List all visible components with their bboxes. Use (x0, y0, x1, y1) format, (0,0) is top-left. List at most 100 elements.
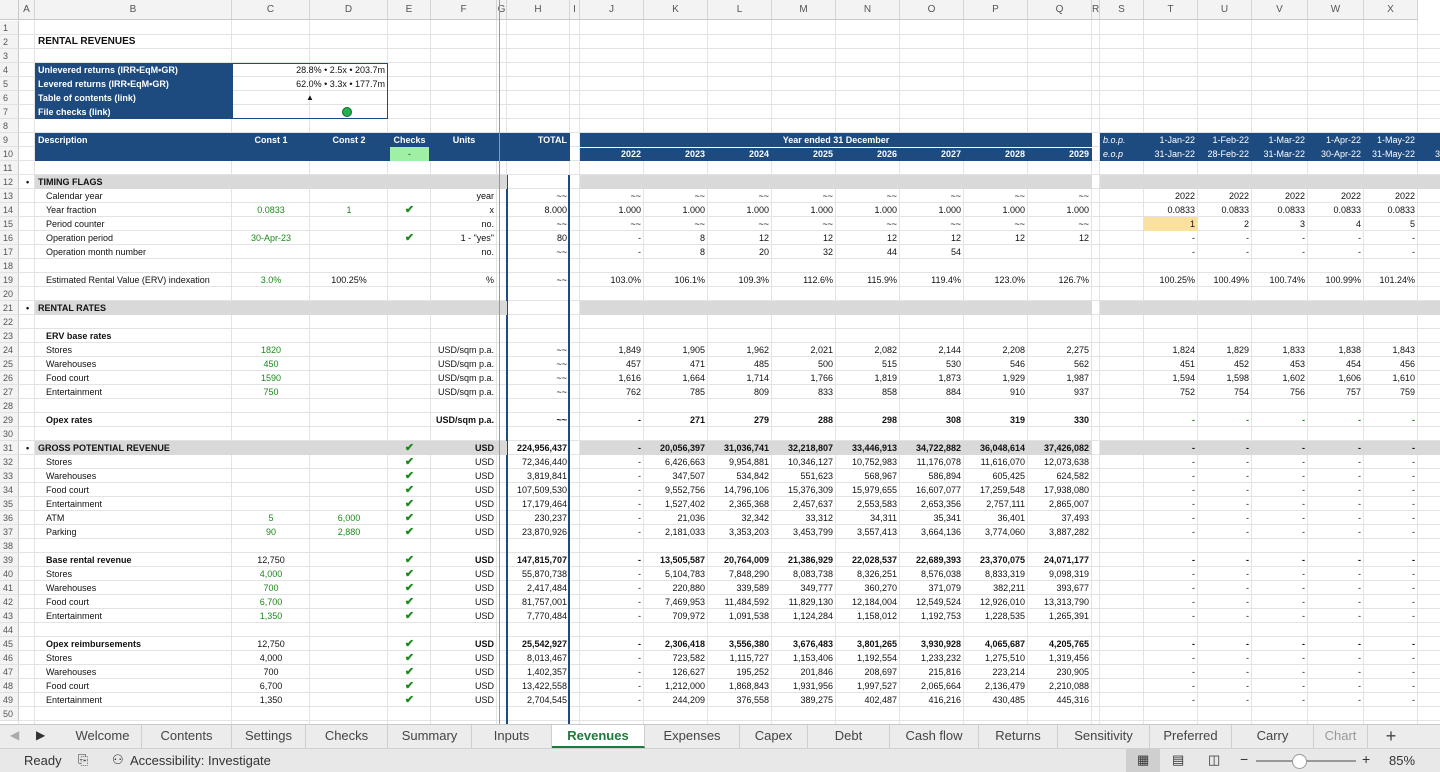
year-value[interactable]: 1,931,956 (772, 679, 836, 693)
year-value[interactable]: 5,104,783 (644, 567, 708, 581)
tab-chart[interactable]: Chart (1314, 725, 1368, 748)
row-header[interactable]: 14 (0, 203, 19, 217)
year-value[interactable]: 195,252 (708, 665, 772, 679)
year-value[interactable]: 1,905 (644, 343, 708, 357)
year-value[interactable]: 20 (708, 245, 772, 259)
year-value[interactable]: ~~ (836, 217, 900, 231)
column-header-U[interactable]: U (1198, 0, 1252, 20)
month-value[interactable]: - (1308, 553, 1364, 567)
year-value[interactable]: 2,275 (1028, 343, 1092, 357)
year-value[interactable]: 16,607,077 (900, 483, 964, 497)
year-value[interactable]: 2,457,637 (772, 497, 836, 511)
check-ok-icon[interactable]: ✔ (388, 609, 431, 623)
year-value[interactable]: 2,065,664 (900, 679, 964, 693)
check-ok-icon[interactable]: ✔ (388, 497, 431, 511)
summary-label[interactable]: File checks (link) (35, 105, 232, 119)
month-value[interactable]: - (1252, 469, 1308, 483)
year-value[interactable]: 605,425 (964, 469, 1028, 483)
units-value[interactable]: USD (431, 553, 497, 567)
year-value[interactable]: 1,929 (964, 371, 1028, 385)
total-value[interactable]: ~~ (507, 357, 570, 371)
month-value[interactable]: - (1252, 679, 1308, 693)
month-value[interactable]: 759 (1364, 385, 1418, 399)
units-value[interactable]: % (431, 273, 497, 287)
year-value[interactable]: ~~ (708, 217, 772, 231)
year-value[interactable]: 330 (1028, 413, 1092, 427)
total-value[interactable]: 8.000 (507, 203, 570, 217)
month-value[interactable]: 754 (1198, 385, 1252, 399)
month-value[interactable]: - (1198, 637, 1252, 651)
year-value[interactable]: - (580, 231, 644, 245)
year-value[interactable]: - (580, 679, 644, 693)
year-value[interactable]: 8,833,319 (964, 567, 1028, 581)
row-header[interactable]: 41 (0, 581, 19, 595)
const1-value[interactable]: 700 (232, 665, 310, 679)
year-value[interactable]: 54 (900, 245, 964, 259)
year-value[interactable]: - (580, 665, 644, 679)
year-value[interactable]: 14,796,106 (708, 483, 772, 497)
month-value[interactable]: - (1252, 567, 1308, 581)
add-sheet-icon[interactable]: + (1378, 725, 1404, 748)
month-value[interactable]: 0.0833 (1144, 203, 1198, 217)
year-value[interactable]: 201,846 (772, 665, 836, 679)
column-header-S[interactable]: S (1100, 0, 1144, 20)
column-header-R[interactable]: R (1092, 0, 1100, 20)
tab-debt[interactable]: Debt (808, 725, 890, 748)
year-value[interactable]: 11,176,078 (900, 455, 964, 469)
month-value[interactable]: - (1198, 567, 1252, 581)
year-value[interactable]: 3,801,265 (836, 637, 900, 651)
total-value[interactable]: ~~ (507, 371, 570, 385)
year-value[interactable]: 1,192,554 (836, 651, 900, 665)
year-value[interactable]: 10,752,983 (836, 455, 900, 469)
row-header[interactable]: 7 (0, 105, 19, 119)
const1-value[interactable]: 3.0% (232, 273, 310, 287)
month-value[interactable]: - (1308, 665, 1364, 679)
year-value[interactable]: 2,553,583 (836, 497, 900, 511)
units-value[interactable]: USD (431, 483, 497, 497)
tab-settings[interactable]: Settings (232, 725, 306, 748)
month-value[interactable]: - (1198, 679, 1252, 693)
year-value[interactable]: 1,228,535 (964, 609, 1028, 623)
summary-label[interactable]: Table of contents (link) (35, 91, 232, 105)
year-value[interactable]: 339,589 (708, 581, 772, 595)
check-ok-icon[interactable]: ✔ (388, 231, 431, 245)
month-value[interactable]: - (1364, 511, 1418, 525)
year-value[interactable]: 12,073,638 (1028, 455, 1092, 469)
month-value[interactable]: 757 (1308, 385, 1364, 399)
year-value[interactable]: 3,557,413 (836, 525, 900, 539)
year-value[interactable]: 551,623 (772, 469, 836, 483)
year-value[interactable]: 709,972 (644, 609, 708, 623)
row-label[interactable]: Food court (35, 483, 310, 497)
header-month-end[interactable]: 31-Mar-22 (1252, 147, 1308, 161)
row-header[interactable]: 35 (0, 497, 19, 511)
year-value[interactable]: - (580, 245, 644, 259)
year-value[interactable]: 15,979,655 (836, 483, 900, 497)
month-value[interactable]: - (1364, 455, 1418, 469)
year-value[interactable]: 230,905 (1028, 665, 1092, 679)
month-value[interactable]: - (1144, 525, 1198, 539)
year-value[interactable]: 1.000 (900, 203, 964, 217)
year-value[interactable]: - (580, 553, 644, 567)
year-value[interactable]: 515 (836, 357, 900, 371)
year-value[interactable]: 3,556,380 (708, 637, 772, 651)
macro-icon[interactable]: ⎘ (78, 752, 88, 768)
total-value[interactable]: 81,757,001 (507, 595, 570, 609)
spreadsheet-grid[interactable]: A B C D E F G H I J K L M N O P Q R S T U V W X 1 2 3 4 5 6 7 8 9 10 11 12 1… (0, 0, 1440, 724)
year-value[interactable]: 12 (772, 231, 836, 245)
year-value[interactable]: ~~ (644, 189, 708, 203)
units-value[interactable]: USD (431, 455, 497, 469)
scroll-right-icon[interactable]: ▶ (36, 728, 45, 742)
header-description[interactable]: Description (35, 133, 232, 147)
year-value[interactable]: 12 (836, 231, 900, 245)
const1-value[interactable]: 0.0833 (232, 203, 310, 217)
month-value[interactable]: - (1252, 245, 1308, 259)
month-value[interactable]: - (1308, 455, 1364, 469)
year-value[interactable]: 13,313,790 (1028, 595, 1092, 609)
month-value[interactable]: - (1364, 231, 1418, 245)
row-header[interactable]: 30 (0, 427, 19, 441)
month-value[interactable]: 1,838 (1308, 343, 1364, 357)
column-header-I[interactable]: I (570, 0, 580, 20)
check-ok-icon[interactable]: ✔ (388, 525, 431, 539)
year-value[interactable]: 371,079 (900, 581, 964, 595)
year-value[interactable]: 126.7% (1028, 273, 1092, 287)
